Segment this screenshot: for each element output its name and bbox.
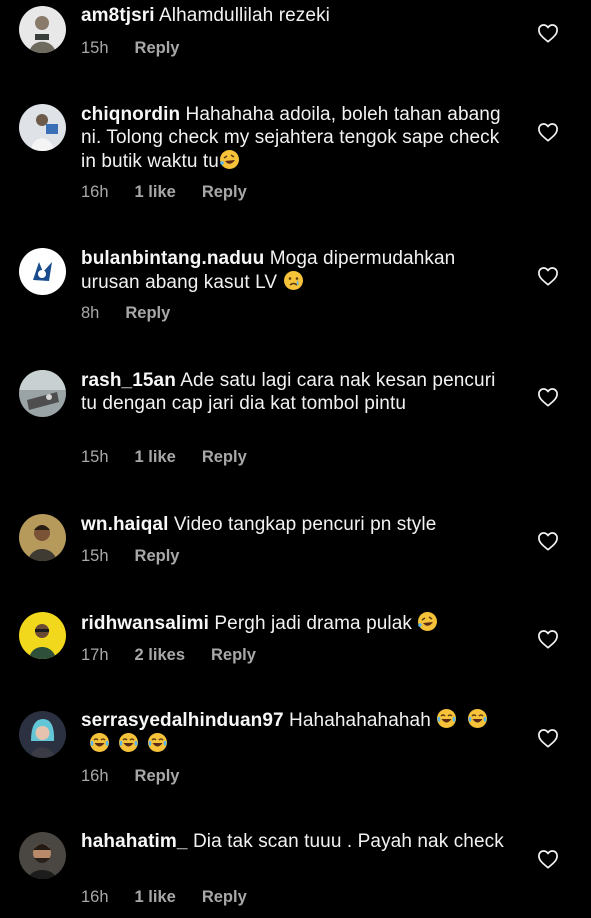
comment-message: Pergh jadi drama pulak	[214, 613, 412, 634]
comment-message: Video tangkap pencuri pn style	[173, 514, 437, 535]
avatar[interactable]	[19, 612, 66, 659]
comment-time: 8h	[81, 304, 100, 322]
reply-button[interactable]: Reply	[135, 547, 180, 565]
likes-count[interactable]: 1 like	[135, 888, 176, 906]
comment-message: Dia tak scan tuuu . Payah nak check	[192, 831, 504, 852]
comment-text: serrasyedalhinduan97 Hahahahahahah	[81, 708, 506, 756]
heart-outline-icon	[538, 267, 558, 286]
comment-meta: 17h 2 likes Reply	[81, 646, 282, 665]
comment-username[interactable]: am8tjsri	[81, 5, 155, 26]
comment-text: hahahatim_ Dia tak scan tuuu . Payah nak…	[81, 830, 506, 853]
tears-of-joy-emoji	[118, 732, 139, 753]
comment-text: ridhwansalimi Pergh jadi drama pulak	[81, 611, 506, 635]
comment-message: Alhamdullilah rezeki	[159, 5, 330, 26]
reply-button[interactable]: Reply	[125, 304, 170, 322]
avatar[interactable]	[19, 248, 66, 295]
comment-meta: 15h Reply	[81, 39, 205, 58]
heart-outline-icon	[538, 388, 558, 407]
tears-of-joy-emoji	[436, 708, 457, 729]
comment-username[interactable]: hahahatim_	[81, 831, 188, 852]
reply-button[interactable]: Reply	[135, 767, 180, 785]
comment-text: chiqnordin Hahahaha adoila, boleh tahan …	[81, 103, 506, 173]
comment-time: 16h	[81, 888, 109, 906]
avatar[interactable]	[19, 514, 66, 561]
tears-of-joy-emoji	[147, 732, 168, 753]
comment-meta: 15h 1 like Reply	[81, 448, 273, 467]
heart-outline-icon	[538, 123, 558, 142]
avatar[interactable]	[19, 104, 66, 151]
heart-outline-icon	[538, 630, 558, 649]
reply-button[interactable]: Reply	[202, 183, 247, 201]
rofl-emoji	[417, 611, 438, 632]
likes-count[interactable]: 1 like	[135, 183, 176, 201]
comment-time: 17h	[81, 646, 109, 664]
heart-outline-icon	[538, 24, 558, 43]
reply-button[interactable]: Reply	[211, 646, 256, 664]
heart-outline-icon	[538, 850, 558, 869]
likes-count[interactable]: 1 like	[135, 448, 176, 466]
comment-meta: 15h Reply	[81, 547, 205, 566]
avatar[interactable]	[19, 832, 66, 879]
comment-username[interactable]: rash_15an	[81, 370, 176, 391]
comment-text: wn.haiqal Video tangkap pencuri pn style	[81, 513, 506, 536]
like-button[interactable]	[537, 122, 559, 142]
crying-emoji	[283, 270, 304, 291]
comment-text: rash_15an Ade satu lagi cara nak kesan p…	[81, 369, 506, 415]
avatar[interactable]	[19, 711, 66, 758]
like-button[interactable]	[537, 531, 559, 551]
reply-button[interactable]: Reply	[202, 888, 247, 906]
comment-username[interactable]: wn.haiqal	[81, 514, 168, 535]
comment-meta: 16h Reply	[81, 767, 205, 786]
tears-of-joy-emoji	[467, 708, 488, 729]
comment-meta: 8h Reply	[81, 304, 196, 323]
comment-time: 15h	[81, 547, 109, 565]
comment-time: 16h	[81, 767, 109, 785]
comment-time: 16h	[81, 183, 109, 201]
reply-button[interactable]: Reply	[202, 448, 247, 466]
comment-time: 15h	[81, 39, 109, 57]
rofl-emoji	[219, 149, 240, 170]
comment-username[interactable]: ridhwansalimi	[81, 613, 209, 634]
comment-text: am8tjsri Alhamdullilah rezeki	[81, 4, 506, 27]
comment-meta: 16h 1 like Reply	[81, 888, 273, 907]
like-button[interactable]	[537, 23, 559, 43]
avatar[interactable]	[19, 6, 66, 53]
comment-username[interactable]: chiqnordin	[81, 104, 180, 125]
comment-time: 15h	[81, 448, 109, 466]
reply-button[interactable]: Reply	[135, 39, 180, 57]
comment-username[interactable]: serrasyedalhinduan97	[81, 710, 284, 731]
comment-username[interactable]: bulanbintang.naduu	[81, 248, 264, 269]
comment-meta: 16h 1 like Reply	[81, 183, 273, 202]
likes-count[interactable]: 2 likes	[135, 646, 185, 664]
heart-outline-icon	[538, 729, 558, 748]
tears-of-joy-emoji	[89, 732, 110, 753]
like-button[interactable]	[537, 387, 559, 407]
like-button[interactable]	[537, 266, 559, 286]
comment-text: bulanbintang.naduu Moga dipermudahkan ur…	[81, 247, 506, 294]
heart-outline-icon	[538, 532, 558, 551]
like-button[interactable]	[537, 849, 559, 869]
avatar[interactable]	[19, 370, 66, 417]
like-button[interactable]	[537, 629, 559, 649]
comment-message: Hahahahahahah	[289, 710, 431, 731]
like-button[interactable]	[537, 728, 559, 748]
